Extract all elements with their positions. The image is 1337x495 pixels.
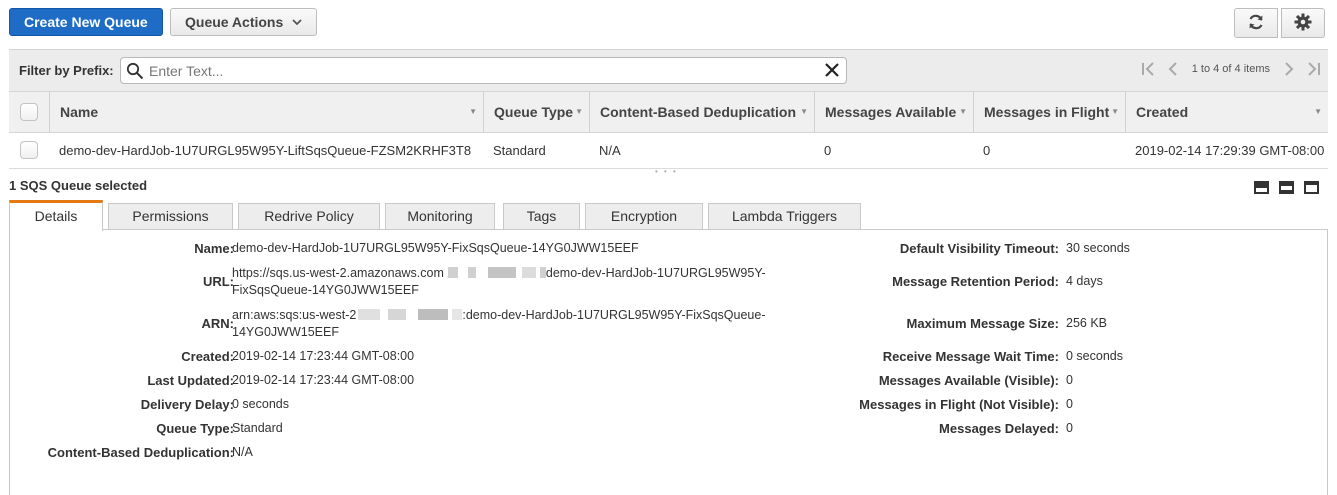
search-icon bbox=[126, 62, 144, 83]
next-page-icon[interactable] bbox=[1280, 62, 1298, 76]
resize-handle[interactable]: • • • bbox=[655, 167, 678, 176]
column-header-messages-in-flight[interactable]: Messages in Flight ▼ bbox=[973, 92, 1125, 132]
detail-value-messages-in-flight: 0 bbox=[1066, 397, 1073, 411]
tab-redrive-policy[interactable]: Redrive Policy bbox=[238, 203, 380, 230]
detail-value-dedup: N/A bbox=[232, 445, 253, 459]
detail-value-visibility-timeout: 30 seconds bbox=[1066, 241, 1130, 255]
sort-icon: ▼ bbox=[575, 107, 583, 116]
sort-icon: ▼ bbox=[800, 107, 808, 116]
table-header: Name ▼ Queue Type ▼ Content-Based Deduplic… bbox=[9, 91, 1328, 133]
detail-label-url: URL: bbox=[202, 274, 234, 289]
last-page-icon[interactable] bbox=[1304, 62, 1322, 76]
tab-encryption[interactable]: Encryption bbox=[585, 203, 703, 230]
sort-icon: ▼ bbox=[1314, 107, 1322, 116]
row-checkbox[interactable] bbox=[20, 141, 38, 159]
sort-icon: ▼ bbox=[1111, 107, 1119, 116]
queue-actions-dropdown[interactable]: Queue Actions bbox=[170, 8, 317, 36]
detail-value-url: https://sqs.us-west-2.amazonaws.com demo-… bbox=[232, 266, 766, 297]
panel-medium-icon[interactable] bbox=[1279, 181, 1294, 194]
detail-label-queue-type: Queue Type: bbox=[156, 421, 234, 436]
column-header-messages-available[interactable]: Messages Available ▼ bbox=[814, 92, 973, 132]
pager-text: 1 to 4 of 4 items bbox=[1191, 63, 1270, 75]
panel-small-icon[interactable] bbox=[1304, 181, 1319, 194]
detail-label-delivery-delay: Delivery Delay: bbox=[140, 397, 234, 412]
filter-label: Filter by Prefix: bbox=[19, 63, 114, 78]
queue-actions-label: Queue Actions bbox=[185, 14, 284, 30]
detail-label-messages-delayed: Messages Delayed: bbox=[939, 421, 1059, 436]
column-header-name[interactable]: Name ▼ bbox=[49, 92, 483, 132]
panel-layout-controls bbox=[1254, 181, 1319, 194]
details-panel: Name: demo-dev-HardJob-1U7URGL95W95Y-Fix… bbox=[9, 229, 1328, 495]
tab-lambda-triggers[interactable]: Lambda Triggers bbox=[708, 203, 861, 230]
filter-input[interactable] bbox=[149, 61, 809, 81]
cell-queue-type: Standard bbox=[493, 143, 546, 158]
sort-icon: ▼ bbox=[959, 107, 967, 116]
detail-value-arn: arn:aws:sqs:us-west-2:demo-dev-HardJob-1… bbox=[232, 308, 766, 339]
detail-label-last-updated: Last Updated: bbox=[147, 373, 234, 388]
filter-box bbox=[120, 57, 847, 84]
tab-details[interactable]: Details bbox=[9, 200, 103, 231]
gear-icon bbox=[1294, 13, 1312, 34]
sort-icon: ▼ bbox=[469, 107, 477, 116]
pagination: 1 to 4 of 4 items bbox=[1140, 62, 1322, 76]
select-all-checkbox[interactable] bbox=[20, 103, 38, 121]
refresh-icon bbox=[1247, 13, 1265, 34]
detail-value-wait-time: 0 seconds bbox=[1066, 349, 1123, 363]
column-header-dedup[interactable]: Content-Based Deduplication ▼ bbox=[589, 92, 814, 132]
detail-label-visibility-timeout: Default Visibility Timeout: bbox=[899, 241, 1059, 256]
first-page-icon[interactable] bbox=[1140, 62, 1158, 76]
detail-label-arn: ARN: bbox=[201, 316, 235, 331]
column-header-created[interactable]: Created ▼ bbox=[1125, 92, 1328, 132]
detail-label-max-message-size: Maximum Message Size: bbox=[906, 316, 1059, 331]
detail-label-messages-in-flight: Messages in Flight (Not Visible): bbox=[859, 397, 1059, 412]
tab-permissions[interactable]: Permissions bbox=[108, 203, 233, 230]
detail-label-wait-time: Receive Message Wait Time: bbox=[882, 349, 1059, 364]
create-new-queue-button[interactable]: Create New Queue bbox=[9, 8, 163, 36]
detail-value-retention-period: 4 days bbox=[1066, 274, 1103, 288]
cell-messages-in-flight: 0 bbox=[983, 143, 991, 158]
chevron-down-icon bbox=[292, 9, 302, 45]
detail-value-last-updated: 2019-02-14 17:23:44 GMT-08:00 bbox=[232, 373, 415, 387]
filter-bar: Filter by Prefix: 1 to 4 of 4 items bbox=[9, 49, 1328, 91]
cell-dedup: N/A bbox=[599, 143, 621, 158]
detail-label-messages-available: Messages Available (Visible): bbox=[878, 373, 1059, 388]
detail-value-queue-type: Standard bbox=[232, 421, 283, 435]
detail-value-delivery-delay: 0 seconds bbox=[232, 397, 289, 411]
toolbar: Create New Queue Queue Actions bbox=[0, 0, 1337, 46]
detail-label-name: Name: bbox=[194, 241, 234, 256]
tab-monitoring[interactable]: Monitoring bbox=[385, 203, 495, 230]
clear-icon[interactable] bbox=[823, 61, 841, 82]
detail-value-created: 2019-02-14 17:23:44 GMT-08:00 bbox=[232, 349, 415, 363]
tab-tags[interactable]: Tags bbox=[503, 203, 580, 230]
detail-value-name: demo-dev-HardJob-1U7URGL95W95Y-FixSqsQue… bbox=[232, 241, 639, 255]
prev-page-icon[interactable] bbox=[1164, 62, 1182, 76]
detail-label-dedup: Content-Based Deduplication: bbox=[47, 445, 234, 460]
column-header-queue-type[interactable]: Queue Type ▼ bbox=[483, 92, 589, 132]
settings-button[interactable] bbox=[1281, 8, 1325, 38]
cell-messages-available: 0 bbox=[824, 143, 832, 158]
panel-large-icon[interactable] bbox=[1254, 181, 1269, 194]
table-row[interactable]: demo-dev-HardJob-1U7URGL95W95Y-LiftSqsQu… bbox=[9, 133, 1328, 169]
detail-value-messages-delayed: 0 bbox=[1066, 421, 1073, 435]
detail-label-created: Created: bbox=[181, 349, 234, 364]
cell-created: 2019-02-14 17:29:39 GMT-08:00 bbox=[1135, 143, 1325, 158]
refresh-button[interactable] bbox=[1234, 8, 1278, 38]
detail-value-messages-available: 0 bbox=[1066, 373, 1073, 387]
detail-label-retention-period: Message Retention Period: bbox=[892, 274, 1059, 289]
detail-value-max-message-size: 256 KB bbox=[1066, 316, 1108, 330]
selection-status: 1 SQS Queue selected bbox=[9, 178, 148, 193]
cell-name: demo-dev-HardJob-1U7URGL95W95Y-LiftSqsQu… bbox=[59, 143, 472, 158]
